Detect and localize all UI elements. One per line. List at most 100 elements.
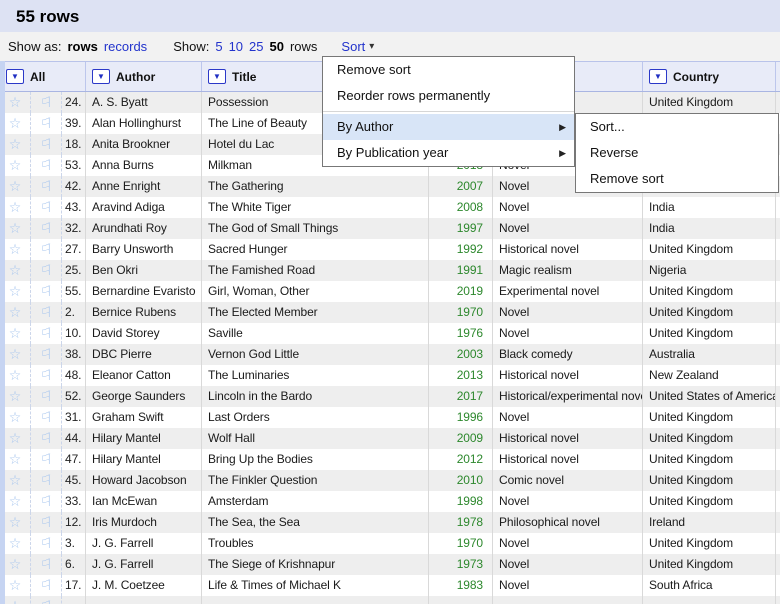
flag-icon[interactable]: ⚐: [40, 260, 52, 281]
publication-year-link[interactable]: 2010: [457, 473, 483, 487]
flag-icon[interactable]: ⚐: [40, 92, 52, 113]
author-cell: Anita Brookner: [86, 134, 202, 155]
flag-icon[interactable]: ⚐: [40, 176, 52, 197]
star-icon[interactable]: ☆: [9, 283, 22, 299]
submenu-item-reverse[interactable]: Reverse: [576, 140, 778, 166]
menu-item-remove-sort[interactable]: Remove sort: [323, 57, 574, 83]
publication-year-link[interactable]: 2009: [457, 431, 483, 445]
flag-icon[interactable]: ⚐: [40, 281, 52, 302]
row-number: 53.: [62, 155, 86, 176]
author-cell: J. G. Farrell: [86, 533, 202, 554]
flag-cell: ⚐: [31, 428, 62, 449]
page-size-5-link[interactable]: 5: [215, 39, 222, 54]
title-cell: Girl, Woman, Other: [202, 281, 429, 302]
flag-icon[interactable]: ⚐: [40, 449, 52, 470]
genre-cell: Novel: [493, 302, 643, 323]
row-number: 24.: [62, 92, 86, 113]
flag-icon[interactable]: ⚐: [40, 155, 52, 176]
author-cell: Alan Hollinghurst: [86, 113, 202, 134]
star-icon[interactable]: ☆: [9, 220, 22, 236]
star-icon[interactable]: ☆: [9, 199, 22, 215]
publication-year-link[interactable]: 1973: [457, 557, 483, 571]
star-icon[interactable]: ☆: [9, 262, 22, 278]
publication-year-link[interactable]: 1998: [457, 494, 483, 508]
flag-icon[interactable]: ⚐: [40, 113, 52, 134]
flag-icon[interactable]: ⚐: [40, 491, 52, 512]
publication-year-link[interactable]: 1997: [457, 221, 483, 235]
publication-year-link[interactable]: 2008: [457, 200, 483, 214]
star-icon[interactable]: ☆: [9, 325, 22, 341]
publication-year-link[interactable]: 1992: [457, 242, 483, 256]
publication-year-link[interactable]: 2013: [457, 368, 483, 382]
star-icon[interactable]: ☆: [9, 430, 22, 446]
publication-year-link[interactable]: 2007: [457, 179, 483, 193]
page-size-10-link[interactable]: 10: [229, 39, 243, 54]
flag-icon[interactable]: ⚐: [40, 365, 52, 386]
publication-year-link[interactable]: 2019: [457, 284, 483, 298]
star-icon[interactable]: ☆: [9, 577, 22, 593]
publication-year-link[interactable]: 1996: [457, 410, 483, 424]
column-menu-button-all[interactable]: ▼: [6, 69, 24, 84]
star-icon[interactable]: ☆: [9, 556, 22, 572]
flag-icon[interactable]: ⚐: [40, 134, 52, 155]
flag-icon[interactable]: ⚐: [40, 218, 52, 239]
flag-icon[interactable]: ⚐: [40, 533, 52, 554]
flag-icon[interactable]: ⚐: [40, 512, 52, 533]
flag-icon[interactable]: ⚐: [40, 596, 52, 604]
publication-year-link[interactable]: 2012: [457, 452, 483, 466]
star-icon[interactable]: ☆: [9, 178, 22, 194]
flag-icon[interactable]: ⚐: [40, 470, 52, 491]
star-icon[interactable]: ☆: [9, 472, 22, 488]
publication-year-link[interactable]: 1976: [457, 326, 483, 340]
page-size-25-link[interactable]: 25: [249, 39, 263, 54]
flag-icon[interactable]: ⚐: [40, 197, 52, 218]
author-cell: J. M. Coetzee: [86, 575, 202, 596]
submenu-item-sort[interactable]: Sort...: [576, 114, 778, 140]
sort-dropdown-button[interactable]: Sort: [341, 39, 365, 54]
star-icon[interactable]: ☆: [9, 451, 22, 467]
star-icon[interactable]: ☆: [9, 493, 22, 509]
flag-icon[interactable]: ⚐: [40, 428, 52, 449]
row-number: 2.: [62, 302, 86, 323]
menu-item-by-publication-year[interactable]: By Publication year ▶: [323, 140, 574, 166]
flag-icon[interactable]: ⚐: [40, 407, 52, 428]
star-icon[interactable]: ☆: [9, 136, 22, 152]
genre-cell: Novel: [493, 197, 643, 218]
column-menu-button-author[interactable]: ▼: [92, 69, 110, 84]
flag-icon[interactable]: ⚐: [40, 575, 52, 596]
view-records-link[interactable]: records: [104, 39, 147, 54]
genre-cell: Comic novel: [493, 470, 643, 491]
star-icon[interactable]: ☆: [9, 409, 22, 425]
star-icon[interactable]: ☆: [9, 115, 22, 131]
row-number: 33.: [62, 491, 86, 512]
star-icon[interactable]: ☆: [9, 346, 22, 362]
submenu-item-remove-sort[interactable]: Remove sort: [576, 166, 778, 192]
flag-icon[interactable]: ⚐: [40, 239, 52, 260]
publication-year-link[interactable]: 1970: [457, 536, 483, 550]
star-icon[interactable]: ☆: [9, 514, 22, 530]
publication-year-link[interactable]: 1983: [457, 578, 483, 592]
flag-icon[interactable]: ⚐: [40, 344, 52, 365]
star-icon[interactable]: ☆: [9, 241, 22, 257]
genre-cell: Philosophical novel: [493, 512, 643, 533]
star-icon[interactable]: ☆: [9, 388, 22, 404]
column-menu-button-country[interactable]: ▼: [649, 69, 667, 84]
publication-year-link[interactable]: 1978: [457, 515, 483, 529]
flag-icon[interactable]: ⚐: [40, 302, 52, 323]
publication-year-link[interactable]: 1991: [457, 263, 483, 277]
star-icon[interactable]: ☆: [9, 157, 22, 173]
star-icon[interactable]: ☆: [9, 367, 22, 383]
publication-year-link[interactable]: 1970: [457, 305, 483, 319]
publication-year-link[interactable]: 2017: [457, 389, 483, 403]
flag-icon[interactable]: ⚐: [40, 554, 52, 575]
star-icon[interactable]: ☆: [9, 94, 22, 110]
flag-icon[interactable]: ⚐: [40, 323, 52, 344]
menu-item-reorder-rows-permanently[interactable]: Reorder rows permanently: [323, 83, 574, 109]
flag-icon[interactable]: ⚐: [40, 386, 52, 407]
column-menu-button-title[interactable]: ▼: [208, 69, 226, 84]
publication-year-link[interactable]: 2003: [457, 347, 483, 361]
star-icon[interactable]: ☆: [9, 304, 22, 320]
menu-item-by-author[interactable]: By Author ▶: [323, 114, 574, 140]
star-icon[interactable]: ☆: [9, 535, 22, 551]
star-icon[interactable]: ☆: [9, 598, 22, 604]
